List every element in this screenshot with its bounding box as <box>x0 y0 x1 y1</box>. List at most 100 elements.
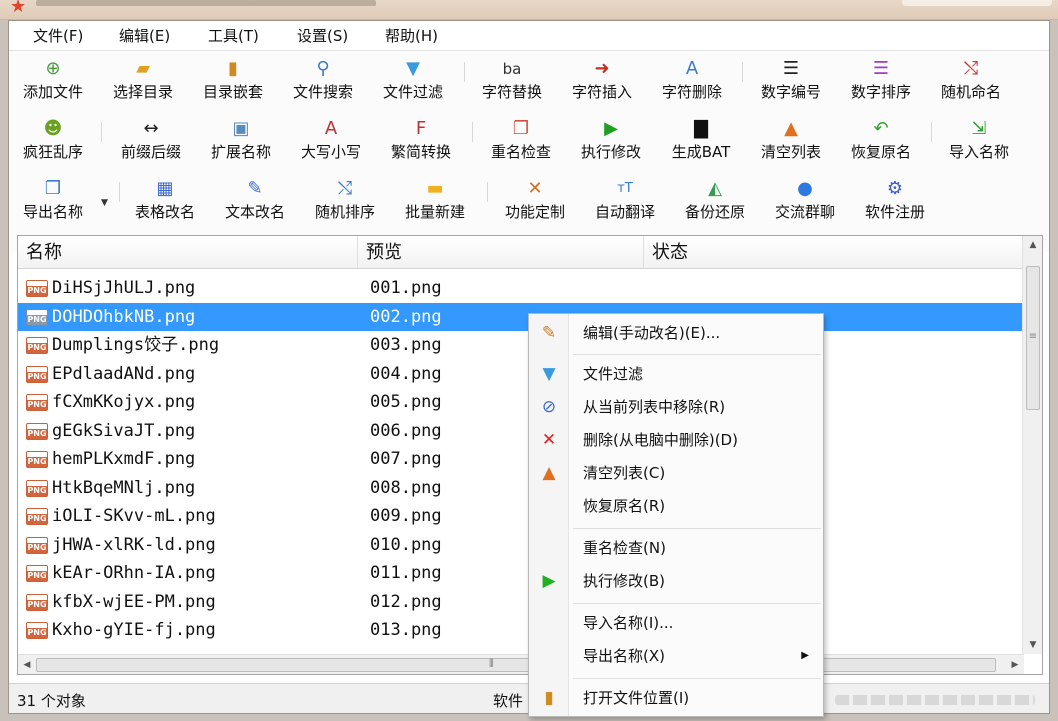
table-row[interactable]: PNG gEGkSivaJT.png 006.png <box>18 417 1024 445</box>
object-count: 31 个对象 <box>17 692 86 710</box>
ctx-export-names[interactable]: 导出名称(X) ▶ <box>529 641 823 671</box>
menu-settings[interactable]: 设置(S) <box>293 25 352 47</box>
menu-tools[interactable]: 工具(T) <box>204 25 263 47</box>
vertical-scrollbar[interactable]: ▲ ≡ ▼ <box>1022 236 1042 654</box>
column-header-name[interactable]: 名称 <box>18 236 358 269</box>
execute-button[interactable]: ▶ 执行修改 <box>573 116 649 168</box>
text-rename-button[interactable]: ✎ 文本改名 <box>217 176 293 228</box>
table-row[interactable]: PNG HtkBqeMNlj.png 008.png <box>18 474 1024 502</box>
random-sort-button[interactable]: ⤭ 随机排序 <box>307 176 383 228</box>
menu-help[interactable]: 帮助(H) <box>381 25 442 47</box>
column-header-preview[interactable]: 预览 <box>358 236 644 269</box>
convert-f-icon: F <box>415 118 427 139</box>
ctx-remove-from-list[interactable]: ⊘ 从当前列表中移除(R) <box>529 392 823 422</box>
char-replace-button[interactable]: ba 字符替换 <box>474 56 550 108</box>
broom-icon: ▲ <box>542 463 556 483</box>
duplicate-check-button[interactable]: ❐ 重名检查 <box>483 116 559 168</box>
table-grid-icon: ▦ <box>156 178 174 199</box>
png-file-icon: PNG <box>26 423 48 440</box>
nested-folder-icon: ▮ <box>228 58 238 79</box>
column-header-status[interactable]: 状态 <box>644 236 1024 269</box>
extension-button[interactable]: ▣ 扩展名称 <box>203 116 279 168</box>
toolbar: ⊕ 添加文件 ▰ 选择目录 ▮ 目录嵌套 ⚲ 文件搜索 ▼ 文件过滤 ba 字符… <box>9 52 1049 252</box>
png-file-icon: PNG <box>26 480 48 497</box>
png-file-icon: PNG <box>26 508 48 525</box>
register-button[interactable]: ⚙ 软件注册 <box>857 176 933 228</box>
number-sort-button[interactable]: ☰ 数字排序 <box>843 56 919 108</box>
restore-name-button[interactable]: ↶ 恢复原名 <box>843 116 919 168</box>
window-title <box>36 0 376 6</box>
table-rename-button[interactable]: ▦ 表格改名 <box>127 176 203 228</box>
number-sequence-button[interactable]: ☰ 数字编号 <box>753 56 829 108</box>
scroll-right-icon[interactable]: ▶ <box>1006 655 1024 674</box>
shuffle-icon: ⤭ <box>337 178 353 199</box>
table-row[interactable]: PNG EPdlaadANd.png 004.png <box>18 360 1024 388</box>
customize-button[interactable]: ✕ 功能定制 <box>497 176 573 228</box>
ctx-delete-from-disk[interactable]: ✕ 删除(从电脑中删除)(D) <box>529 425 823 455</box>
case-button[interactable]: A 大写小写 <box>293 116 369 168</box>
ctx-file-filter[interactable]: ▼ 文件过滤 <box>529 359 823 389</box>
table-row[interactable]: PNG kEAr-ORhn-IA.png 011.png <box>18 559 1024 587</box>
ctx-import-names[interactable]: 导入名称(I)... <box>529 608 823 638</box>
menu-edit[interactable]: 编辑(E) <box>115 25 174 47</box>
import-names-button[interactable]: ⇲ 导入名称 <box>941 116 1017 168</box>
auto-translate-button[interactable]: ᴛT 自动翻译 <box>587 176 663 228</box>
chevron-down-icon[interactable]: ▼ <box>101 198 108 208</box>
clear-list-button[interactable]: ▲ 清空列表 <box>753 116 829 168</box>
table-row[interactable]: PNG fCXmKKojyx.png 005.png <box>18 388 1024 416</box>
menu-separator <box>573 678 821 679</box>
png-file-icon: PNG <box>26 594 48 611</box>
crazy-shuffle-button[interactable]: ☻ 疯狂乱序 <box>15 116 91 168</box>
table-row[interactable]: PNG jHWA-xlRK-ld.png 010.png <box>18 531 1024 559</box>
add-file-button[interactable]: ⊕ 添加文件 <box>15 56 91 108</box>
scroll-thumb[interactable]: ≡ <box>1026 266 1040 410</box>
export-names-button[interactable]: ❐ 导出名称 <box>15 176 91 228</box>
random-name-button[interactable]: ⤭ 随机命名 <box>933 56 1009 108</box>
menu-bar: 文件(F) 编辑(E) 工具(T) 设置(S) 帮助(H) <box>9 21 1049 51</box>
prefix-suffix-button[interactable]: ↔ 前缀后缀 <box>113 116 189 168</box>
scroll-down-icon[interactable]: ▼ <box>1023 636 1042 654</box>
nested-folder-button[interactable]: ▮ 目录嵌套 <box>195 56 271 108</box>
char-delete-button[interactable]: A 字符删除 <box>654 56 730 108</box>
menu-file[interactable]: 文件(F) <box>29 25 87 47</box>
horizontal-scrollbar[interactable]: ◀ ⦀ ▶ <box>18 654 1024 674</box>
table-row[interactable]: PNG DiHSjJhULJ.png 001.png <box>18 274 1024 302</box>
table-row[interactable]: PNG iOLI-SKvv-mL.png 009.png <box>18 502 1024 530</box>
trad-simp-button[interactable]: F 繁简转换 <box>383 116 459 168</box>
chat-penguin-icon: ● <box>797 178 813 199</box>
ctx-clear-list[interactable]: ▲ 清空列表(C) <box>529 458 823 488</box>
scroll-up-icon[interactable]: ▲ <box>1023 236 1042 254</box>
play-icon: ▶ <box>542 571 556 591</box>
status-software: 软件 <box>493 692 524 710</box>
table-row[interactable]: PNG Dumplings饺子.png 003.png <box>18 331 1024 359</box>
generate-bat-button[interactable]: ▇ 生成BAT <box>663 116 739 168</box>
ctx-open-location[interactable]: ▮ 打开文件位置(I) <box>529 683 823 713</box>
ctx-edit-rename[interactable]: ✎ 编辑(手动改名)(E)... <box>529 318 823 348</box>
submenu-arrow-icon: ▶ <box>801 650 809 661</box>
toolbar-separator <box>472 122 473 142</box>
text-size-icon: ᴛT <box>617 181 633 196</box>
ctx-restore-name[interactable]: 恢复原名(R) <box>529 491 823 521</box>
char-insert-button[interactable]: ➜ 字符插入 <box>564 56 640 108</box>
table-row[interactable]: PNG kfbX-wjEE-PM.png 012.png <box>18 588 1024 616</box>
folder-open-icon: ▮ <box>544 688 554 708</box>
batch-create-button[interactable]: ▬ 批量新建 <box>397 176 473 228</box>
select-folder-button[interactable]: ▰ 选择目录 <box>105 56 181 108</box>
table-row[interactable]: PNG Kxho-gYIE-fj.png 013.png <box>18 616 1024 644</box>
backup-restore-button[interactable]: ◭ 备份还原 <box>677 176 753 228</box>
copy-pages-icon: ❐ <box>512 118 530 139</box>
group-chat-button[interactable]: ● 交流群聊 <box>767 176 843 228</box>
hscroll-thumb[interactable]: ⦀ <box>36 657 996 672</box>
ctx-duplicate-check[interactable]: 重名检查(N) <box>529 533 823 563</box>
crazy-face-icon: ☻ <box>43 118 63 139</box>
table-row[interactable]: PNG hemPLKxmdF.png 007.png <box>18 445 1024 473</box>
case-icon: A <box>324 118 338 139</box>
scroll-left-icon[interactable]: ◀ <box>18 655 36 674</box>
ctx-execute[interactable]: ▶ 执行修改(B) <box>529 566 823 596</box>
undo-arrow-icon: ↶ <box>873 118 889 139</box>
table-row-selected[interactable]: PNG DOHDOhbkNB.png 002.png <box>18 303 1024 331</box>
window-controls[interactable] <box>902 0 1052 6</box>
file-search-button[interactable]: ⚲ 文件搜索 <box>285 56 361 108</box>
file-filter-button[interactable]: ▼ 文件过滤 <box>375 56 451 108</box>
shuffle-icon: ⤭ <box>963 58 979 79</box>
